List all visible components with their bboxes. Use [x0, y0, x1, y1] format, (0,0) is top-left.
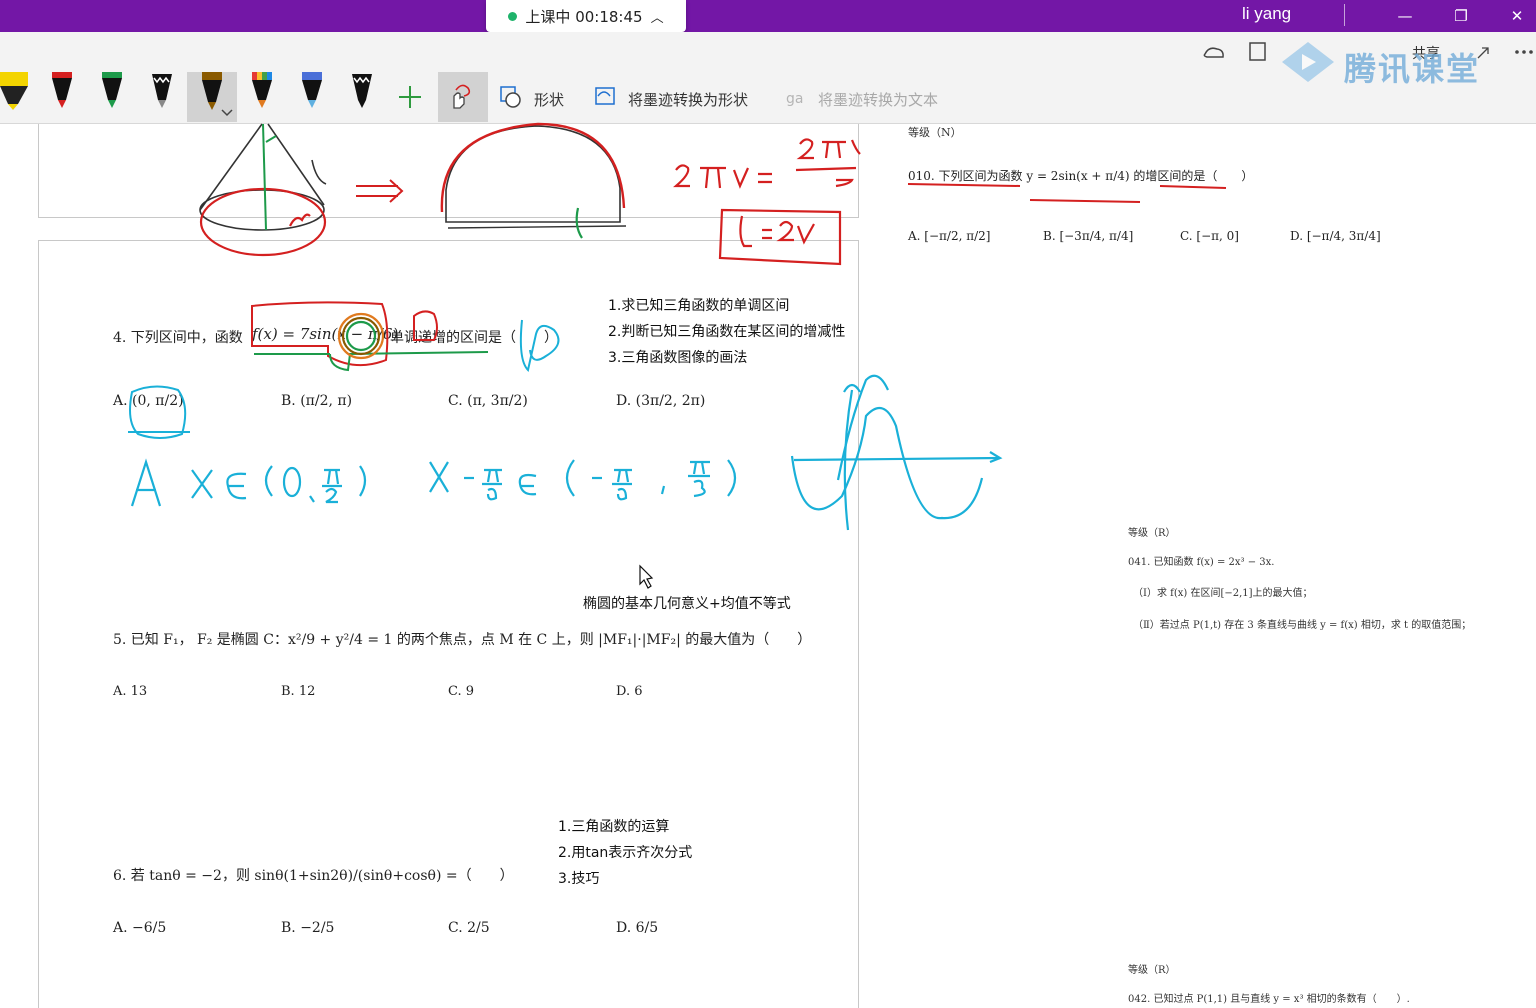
q041-part2: （Ⅱ）若过点 P(1,t) 存在 3 条直线与曲线 y = f(x) 相切，求 …: [1133, 620, 1472, 631]
q5-option-a: A. 13: [113, 684, 148, 699]
q6-option-d: D. 6/5: [616, 920, 659, 936]
level-n-label: 等级（N）: [908, 126, 962, 139]
shape-button[interactable]: 形状: [534, 89, 564, 110]
title-bar: 上课中 00:18:45 ︿ li yang — ❐ ✕: [0, 0, 1536, 32]
onenote-classroom-window: { "titlebar": { "class_status": "上课中 00:…: [0, 0, 1536, 1008]
q6-option-a: A. −6/5: [113, 920, 167, 936]
q010-option-c: C. [−π, 0]: [1180, 229, 1239, 243]
close-icon[interactable]: ✕: [1492, 0, 1536, 32]
class-status-pill[interactable]: 上课中 00:18:45 ︿: [486, 0, 686, 32]
q6-note-2: 2.用tan表示齐次分式: [558, 845, 693, 861]
q4-option-b: B. (π/2, π): [281, 393, 353, 409]
q4-option-d: D. (3π/2, 2π): [616, 393, 706, 409]
q4-option-c: C. (π, 3π/2): [448, 393, 528, 409]
q4-option-a: A. (0, π/2): [113, 393, 184, 409]
q5-option-d: D. 6: [616, 684, 643, 699]
q5-note: 椭圆的基本几何意义+均值不等式: [583, 596, 791, 612]
class-status-text: 上课中 00:18:45: [525, 7, 643, 26]
title-separator: [1344, 4, 1345, 26]
q6-option-b: B. −2/5: [281, 920, 335, 936]
q4-note-1: 1.求已知三角函数的单调区间: [608, 298, 790, 314]
q041-text: 041. 已知函数 f(x) = 2x³ − 3x.: [1128, 557, 1275, 568]
live-indicator-icon: [508, 11, 518, 21]
level-r-label-1: 等级（R）: [1128, 528, 1176, 539]
q4-note-3: 3.三角函数图像的画法: [608, 350, 748, 366]
q6-text: 6. 若 tanθ = −2，则 sinθ(1+sin2θ)/(sinθ+cos…: [113, 868, 514, 884]
q6-option-c: C. 2/5: [448, 920, 490, 936]
q6-note-1: 1.三角函数的运算: [558, 819, 670, 835]
restore-icon[interactable]: ❐: [1436, 0, 1486, 32]
q042-text: 042. 已知过点 P(1,1) 且与直线 y = x³ 相切的条数有（ ）.: [1128, 994, 1410, 1005]
q5-option-b: B. 12: [281, 684, 316, 699]
level-r-label-2: 等级（R）: [1128, 965, 1176, 976]
q041-part1: （Ⅰ）求 f(x) 在区间[−2,1]上的最大值；: [1133, 588, 1313, 599]
previous-page: [38, 124, 859, 218]
q010-text: 010. 下列区间为函数 y = 2sin(x + π/4) 的增区间的是（ ）: [908, 169, 1254, 183]
user-name[interactable]: li yang: [1242, 4, 1291, 24]
chevron-up-icon[interactable]: ︿: [651, 7, 664, 26]
q010-option-b: B. [−3π/4, π/4]: [1043, 229, 1134, 243]
q4-function: f(x) = 7sin(x − π/6): [252, 325, 399, 343]
q010-option-a: A. [−π/2, π/2]: [908, 229, 991, 243]
q4-suffix: 单调递增的区间是（ ）: [390, 330, 558, 346]
q5-text: 5. 已知 F₁， F₂ 是椭圆 C：x²/9 + y²/4 = 1 的两个焦点…: [113, 632, 812, 648]
ink-to-shape-button[interactable]: 将墨迹转换为形状: [628, 89, 748, 110]
minimize-icon[interactable]: —: [1380, 0, 1430, 32]
q5-option-c: C. 9: [448, 684, 475, 699]
ink-q010-underlines: [907, 183, 1227, 203]
watermark-text: 腾讯课堂: [1344, 50, 1481, 88]
q4-prefix: 4. 下列区间中，函数: [113, 330, 243, 346]
q6-note-3: 3.技巧: [558, 871, 600, 887]
ink-to-text-button: 将墨迹转换为文本: [818, 91, 939, 109]
q010-option-d: D. [−π/4, 3π/4]: [1290, 229, 1381, 243]
q4-note-2: 2.判断已知三角函数在某区间的增减性: [608, 324, 846, 340]
